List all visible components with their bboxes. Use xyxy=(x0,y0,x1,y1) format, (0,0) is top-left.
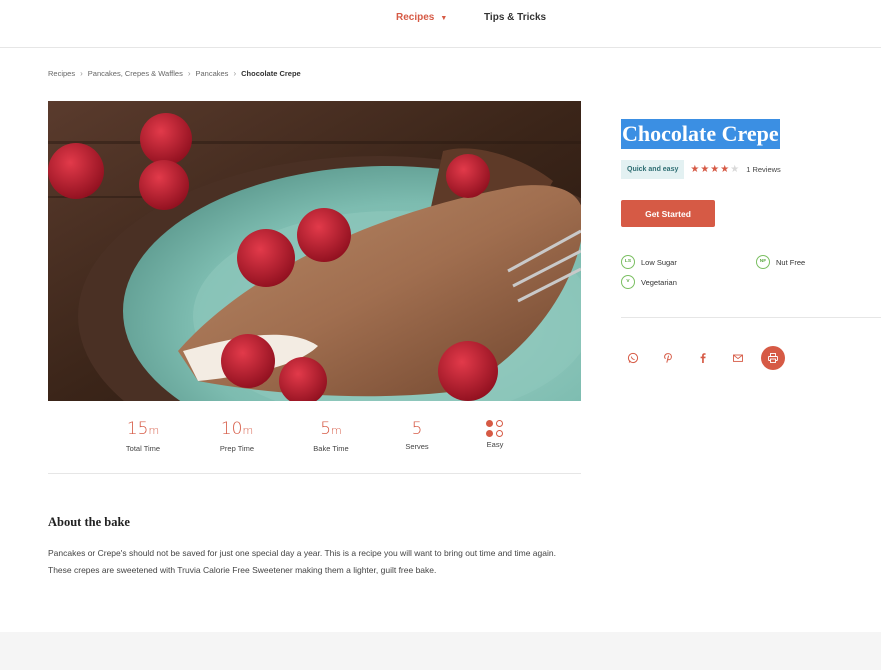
facebook-icon xyxy=(700,353,706,363)
recipe-hero-image xyxy=(48,101,581,401)
recipe-meta: Quick and easy ★ ★ ★ ★ ★ 1 Reviews xyxy=(621,160,781,179)
stat-label: Easy xyxy=(486,440,504,449)
diet-nut-free: NF Nut Free xyxy=(756,255,805,269)
stat-unit: m xyxy=(331,424,342,437)
star-empty-icon: ★ xyxy=(730,164,740,175)
stat-bake-time: 5m Bake Time xyxy=(291,418,371,453)
chevron-down-icon: ▼ xyxy=(440,15,448,22)
breadcrumb-item-pancakes[interactable]: Pancakes xyxy=(196,69,229,78)
stat-difficulty: Easy xyxy=(455,418,535,449)
breadcrumb: Recipes › Pancakes, Crepes & Waffles › P… xyxy=(48,69,301,78)
footer-band xyxy=(0,632,881,670)
star-filled-icon: ★ xyxy=(720,164,730,175)
page-title: Chocolate Crepe xyxy=(621,119,780,149)
diet-label: Low Sugar xyxy=(641,257,677,267)
stat-serves: 5 Serves xyxy=(377,418,457,451)
pinterest-icon xyxy=(664,353,672,363)
breadcrumb-separator: › xyxy=(233,69,237,78)
share-email-button[interactable] xyxy=(726,346,750,370)
print-button[interactable] xyxy=(761,346,785,370)
vegetarian-badge-icon: V xyxy=(621,275,635,289)
stat-total-time: 15m Total Time xyxy=(103,418,183,453)
breadcrumb-separator: › xyxy=(187,69,191,78)
recipe-stats: 15m Total Time 10m Prep Time 5m Bake Tim… xyxy=(48,418,581,474)
star-filled-icon: ★ xyxy=(710,164,720,175)
nav-tips-tricks[interactable]: Tips & Tricks xyxy=(484,12,546,23)
breadcrumb-item-pancakes-crepes-waffles[interactable]: Pancakes, Crepes & Waffles xyxy=(88,69,183,78)
quick-easy-tag: Quick and easy xyxy=(621,160,685,179)
star-filled-icon: ★ xyxy=(700,164,710,175)
share-facebook-button[interactable] xyxy=(691,346,715,370)
stat-value: 5 xyxy=(320,419,332,439)
nav-recipes-label: Recipes xyxy=(396,12,435,23)
about-title: About the bake xyxy=(48,515,130,529)
star-filled-icon: ★ xyxy=(690,164,700,175)
reviews-link[interactable]: 1 Reviews xyxy=(746,165,781,174)
top-navigation: Recipes ▼ Tips & Tricks xyxy=(0,0,881,48)
breadcrumb-current: Chocolate Crepe xyxy=(241,69,301,78)
stat-unit: m xyxy=(242,424,254,437)
low-sugar-badge-icon: LS xyxy=(621,255,635,269)
diet-label: Nut Free xyxy=(776,257,806,267)
stat-prep-time: 10m Prep Time xyxy=(197,418,277,453)
whatsapp-icon xyxy=(627,352,639,364)
difficulty-dots-icon xyxy=(486,420,504,438)
stat-unit: m xyxy=(148,424,160,437)
breadcrumb-item-recipes[interactable]: Recipes xyxy=(48,69,75,78)
about-body: Pancakes or Crepe's should not be saved … xyxy=(48,548,556,575)
star-rating[interactable]: ★ ★ ★ ★ ★ xyxy=(690,160,740,179)
stat-label: Total Time xyxy=(125,444,161,453)
stat-value: 5 xyxy=(411,419,423,439)
print-icon xyxy=(768,353,778,363)
stat-label: Serves xyxy=(405,442,429,451)
nut-free-badge-icon: NF xyxy=(756,255,770,269)
stat-label: Prep Time xyxy=(219,444,255,453)
share-whatsapp-button[interactable] xyxy=(621,346,645,370)
diet-label: Vegetarian xyxy=(641,277,677,287)
stat-value: 10 xyxy=(220,419,243,439)
divider xyxy=(621,317,881,318)
get-started-button[interactable]: Get Started xyxy=(621,200,715,227)
breadcrumb-separator: › xyxy=(80,69,83,78)
email-icon xyxy=(733,354,743,362)
diet-low-sugar: LS Low Sugar xyxy=(621,255,677,269)
nav-recipes[interactable]: Recipes ▼ xyxy=(396,12,447,23)
share-pinterest-button[interactable] xyxy=(656,346,680,370)
stat-label: Bake Time xyxy=(313,444,349,453)
diet-vegetarian: V Vegetarian xyxy=(621,275,677,289)
stat-value: 15 xyxy=(126,419,149,439)
